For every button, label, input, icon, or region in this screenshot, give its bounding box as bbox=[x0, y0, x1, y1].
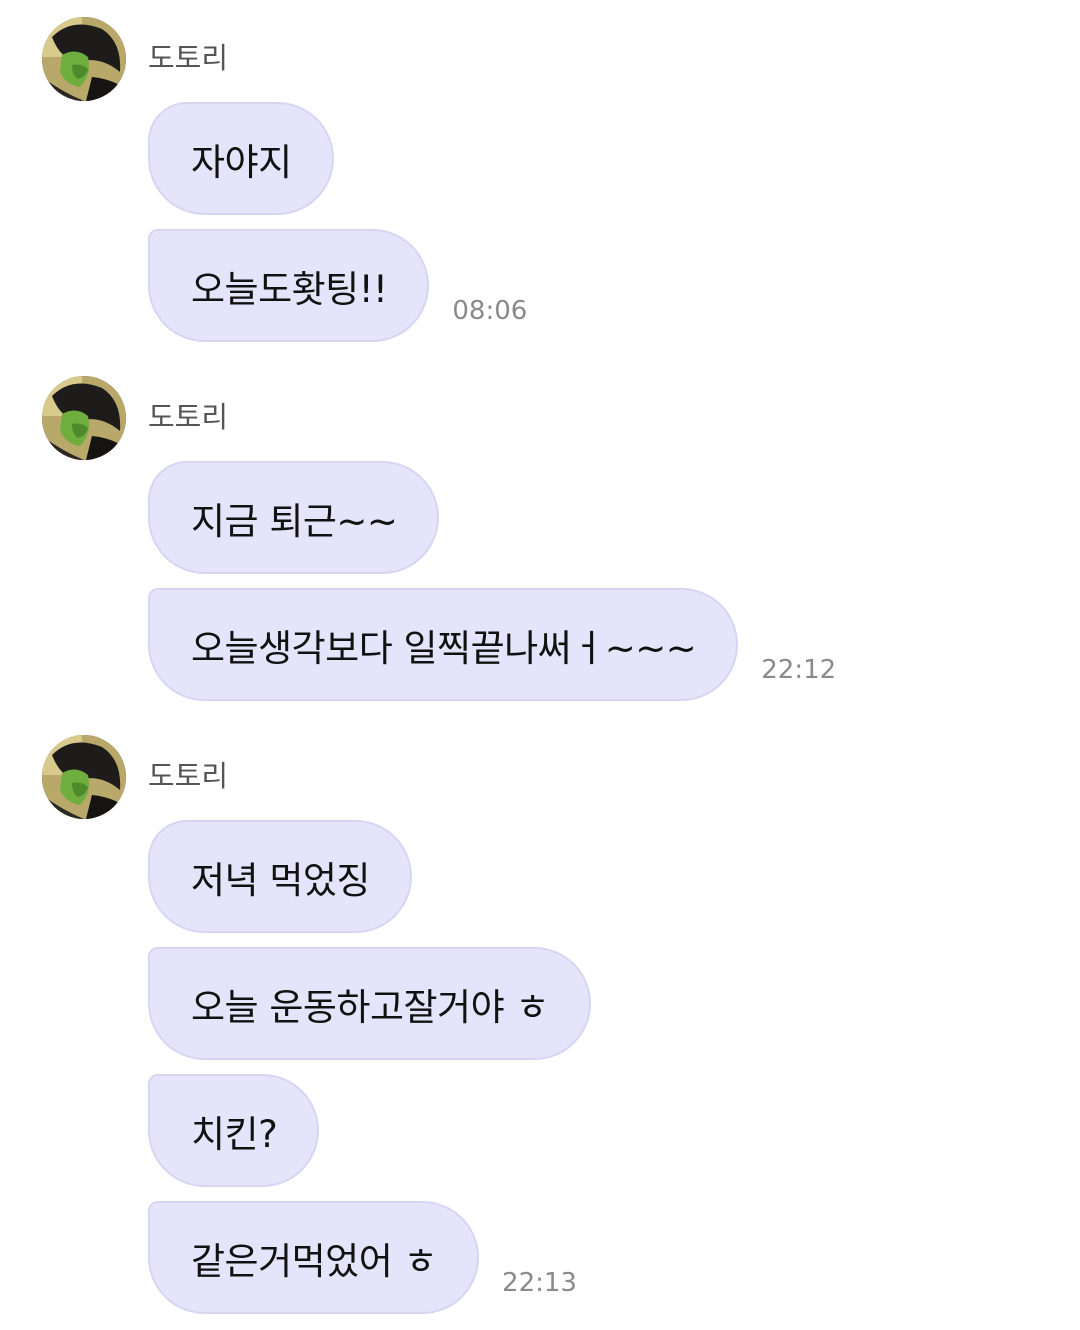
message-row: 저녁 먹었징 bbox=[148, 820, 412, 933]
message-row: 같은거먹었어 ㅎ 22:13 bbox=[148, 1201, 577, 1314]
message-group: 도토리 지금 퇴근~~ 오늘생각보다 일찍끝나써ㅓ~~~ 22:12 bbox=[0, 359, 1080, 719]
message-text: 치킨? bbox=[191, 1112, 278, 1156]
message-bubble[interactable]: 저녁 먹었징 bbox=[148, 820, 412, 933]
message-row: 오늘생각보다 일찍끝나써ㅓ~~~ 22:12 bbox=[148, 588, 836, 701]
avatar[interactable] bbox=[42, 376, 126, 460]
message-timestamp: 22:13 bbox=[502, 1268, 577, 1298]
profile-avatar-icon bbox=[42, 735, 126, 819]
message-bubble[interactable]: 오늘 운동하고잘거야 ㅎ bbox=[148, 947, 591, 1060]
message-bubble[interactable]: 지금 퇴근~~ bbox=[148, 461, 440, 574]
message-row: 오늘도홧팅!! 08:06 bbox=[148, 229, 527, 342]
message-bubble[interactable]: 치킨? bbox=[148, 1074, 320, 1187]
profile-avatar-icon bbox=[42, 17, 126, 101]
message-text: 같은거먹었어 ㅎ bbox=[191, 1239, 438, 1283]
message-text: 저녁 먹었징 bbox=[191, 858, 370, 902]
message-text: 오늘 운동하고잘거야 ㅎ bbox=[191, 985, 549, 1029]
message-bubble[interactable]: 오늘도홧팅!! bbox=[148, 229, 430, 342]
message-text: 자야지 bbox=[191, 140, 292, 184]
sender-name: 도토리 bbox=[148, 400, 229, 434]
message-row: 자야지 bbox=[148, 102, 334, 215]
message-row: 지금 퇴근~~ bbox=[148, 461, 440, 574]
message-row: 치킨? bbox=[148, 1074, 320, 1187]
message-bubble[interactable]: 자야지 bbox=[148, 102, 334, 215]
profile-avatar-icon bbox=[42, 376, 126, 460]
message-timestamp: 08:06 bbox=[452, 296, 528, 326]
chat-message-list[interactable]: 도토리 자야지 오늘도홧팅!! 08:06 도토리 지금 퇴근~~ 오늘생각보다… bbox=[0, 0, 1080, 1330]
message-text: 지금 퇴근~~ bbox=[191, 499, 398, 543]
avatar[interactable] bbox=[42, 17, 126, 101]
sender-name: 도토리 bbox=[148, 41, 229, 75]
message-group: 도토리 저녁 먹었징 오늘 운동하고잘거야 ㅎ 치킨? 같은거먹었어 ㅎ 22:… bbox=[0, 718, 1080, 1330]
message-row: 오늘 운동하고잘거야 ㅎ bbox=[148, 947, 591, 1060]
message-bubble[interactable]: 같은거먹었어 ㅎ bbox=[148, 1201, 480, 1314]
message-text: 오늘생각보다 일찍끝나써ㅓ~~~ bbox=[191, 626, 697, 670]
message-text: 오늘도홧팅!! bbox=[191, 267, 388, 311]
message-group: 도토리 자야지 오늘도홧팅!! 08:06 bbox=[0, 0, 1080, 360]
message-bubble[interactable]: 오늘생각보다 일찍끝나써ㅓ~~~ bbox=[148, 588, 739, 701]
message-timestamp: 22:12 bbox=[761, 655, 837, 685]
avatar[interactable] bbox=[42, 735, 126, 819]
sender-name: 도토리 bbox=[148, 759, 229, 793]
